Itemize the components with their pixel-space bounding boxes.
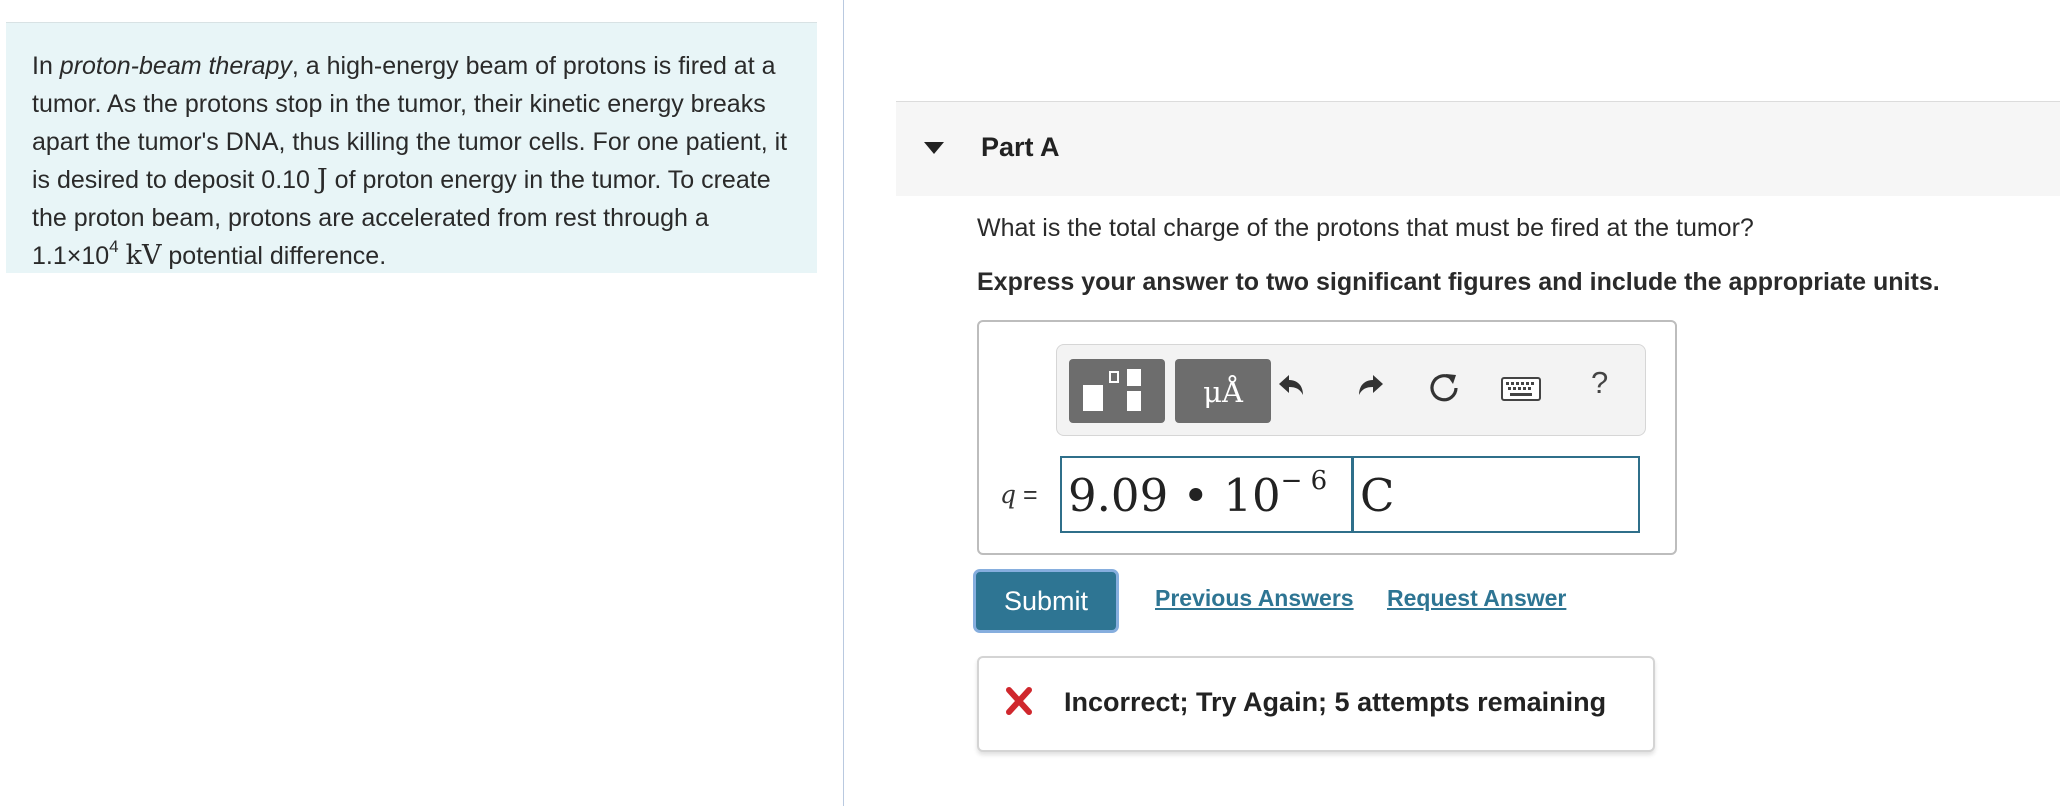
part-header[interactable]: Part A xyxy=(896,102,2060,196)
feedback-message: Incorrect; Try Again; 5 attempts remaini… xyxy=(1064,687,1607,717)
request-answer-link[interactable]: Request Answer xyxy=(1387,585,1566,612)
keyboard-icon[interactable] xyxy=(1501,377,1541,401)
problem-statement: In proton-beam therapy, a high-energy be… xyxy=(6,23,817,273)
incorrect-x-icon xyxy=(1006,687,1032,715)
exponent: 4 xyxy=(109,236,119,256)
redo-icon[interactable] xyxy=(1355,371,1387,403)
undo-icon[interactable] xyxy=(1275,371,1307,403)
answer-units-input[interactable]: C xyxy=(1352,456,1640,533)
templates-button[interactable] xyxy=(1069,359,1165,423)
answer-box: μÅ ? q = 9.09 • 10− 6 C xyxy=(977,320,1677,555)
problem-emphasis: proton-beam therapy xyxy=(59,52,292,80)
units-icon: μÅ xyxy=(1203,375,1243,409)
units-button[interactable]: μÅ xyxy=(1175,359,1271,423)
submit-button[interactable]: Submit xyxy=(973,569,1119,633)
previous-answers-link[interactable]: Previous Answers xyxy=(1155,585,1354,612)
help-icon[interactable]: ? xyxy=(1591,365,1608,401)
answer-value-input[interactable]: 9.09 • 10− 6 xyxy=(1060,456,1353,533)
problem-pane: In proton-beam therapy, a high-energy be… xyxy=(0,0,843,806)
pane-divider xyxy=(843,0,844,806)
reset-icon[interactable] xyxy=(1427,371,1461,405)
answer-exponent: − 6 xyxy=(1280,466,1328,496)
energy-unit: J xyxy=(316,164,328,195)
voltage-unit: kV xyxy=(125,240,162,271)
collapse-caret-icon[interactable] xyxy=(924,142,944,154)
instruction-text: Express your answer to two significant f… xyxy=(977,268,1940,296)
problem-text: In proton-beam therapy, a high-energy be… xyxy=(32,52,788,271)
part-title: Part A xyxy=(981,132,1060,162)
math-toolbar: μÅ ? xyxy=(1056,344,1646,436)
question-text: What is the total charge of the protons … xyxy=(977,214,1754,242)
answer-variable-label: q = xyxy=(1000,480,1038,509)
feedback-box: Incorrect; Try Again; 5 attempts remaini… xyxy=(977,656,1655,752)
